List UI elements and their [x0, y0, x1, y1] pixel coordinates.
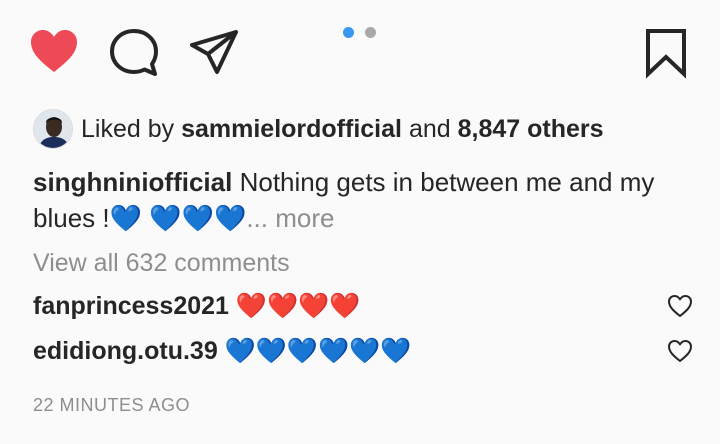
post-timestamp: 22 MINUTES AGO: [33, 395, 191, 415]
bookmark-icon: [646, 29, 686, 79]
post-caption: singhniniofficial Nothing gets in betwee…: [33, 164, 703, 236]
share-button[interactable]: [188, 27, 244, 79]
comment-content: fanprincess2021 ❤️❤️❤️❤️: [33, 286, 360, 326]
comment-text: 💙💙💙💙💙💙: [224, 336, 412, 365]
comment-content: edidiong.otu.39 💙💙💙💙💙💙: [33, 331, 411, 371]
comment-like-button[interactable]: [667, 294, 693, 318]
liked-by-username[interactable]: sammielordofficial: [181, 115, 402, 143]
comment-username[interactable]: edidiong.otu.39: [33, 337, 218, 365]
comment-row: edidiong.otu.39 💙💙💙💙💙💙: [33, 331, 693, 371]
heart-outline-icon: [668, 295, 692, 317]
likes-others-count[interactable]: 8,847 others: [458, 115, 604, 143]
heart-filled-icon: [31, 30, 77, 72]
carousel-dot: [365, 27, 376, 38]
likes-prefix: Liked by: [81, 115, 175, 143]
likes-summary: Liked by sammielordofficial and 8,847 ot…: [33, 107, 604, 151]
comment-button[interactable]: [108, 27, 164, 79]
post-action-bar: [0, 0, 720, 100]
view-all-comments-link[interactable]: View all 632 comments: [33, 245, 290, 281]
caption-username[interactable]: singhniniofficial: [33, 167, 232, 197]
comment-bubble-icon: [110, 29, 158, 76]
comment-row: fanprincess2021 ❤️❤️❤️❤️: [33, 286, 693, 326]
heart-outline-icon: [668, 340, 692, 362]
likes-conjunction: and: [408, 115, 451, 143]
avatar-image: [34, 110, 72, 148]
save-button[interactable]: [643, 27, 693, 79]
carousel-dot-active: [343, 27, 354, 38]
paper-plane-icon: [190, 30, 238, 74]
caption-more-link[interactable]: ... more: [246, 203, 334, 233]
likes-text: Liked by sammielordofficial and 8,847 ot…: [81, 107, 604, 151]
like-button[interactable]: [28, 27, 84, 79]
avatar[interactable]: [33, 109, 73, 149]
comment-like-button[interactable]: [667, 339, 693, 363]
comment-username[interactable]: fanprincess2021: [33, 292, 229, 320]
comment-text: ❤️❤️❤️❤️: [235, 291, 361, 320]
